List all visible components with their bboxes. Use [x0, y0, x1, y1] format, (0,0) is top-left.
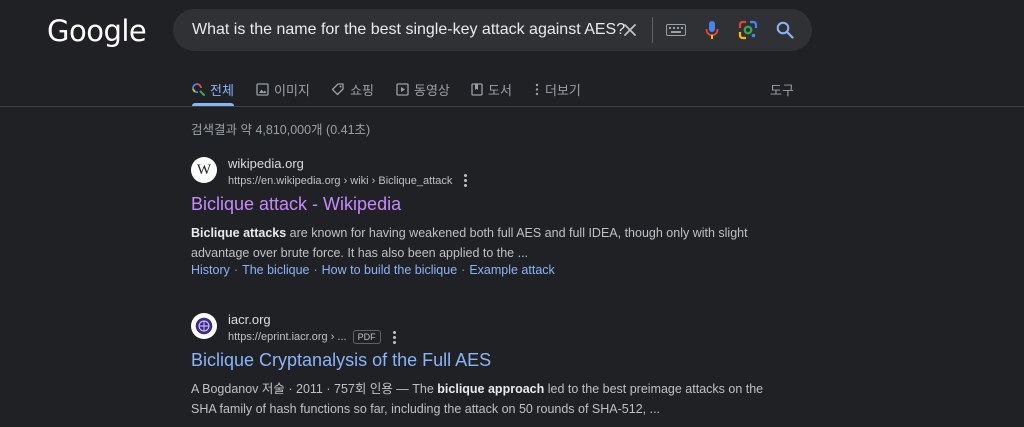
lens-icon[interactable]	[735, 9, 761, 51]
site-url[interactable]: https://en.wikipedia.org › wiki › Bicliq…	[228, 175, 452, 187]
site-name[interactable]: iacr.org	[228, 312, 271, 327]
result-title-link[interactable]: Biclique Cryptanalysis of the Full AES	[191, 350, 491, 371]
book-icon	[471, 82, 483, 96]
search-input[interactable]: What is the name for the best single-key…	[192, 21, 625, 39]
tab-label: 도서	[488, 82, 512, 98]
tools-button[interactable]: 도구	[770, 76, 794, 102]
tab-images[interactable]: 이미지	[256, 76, 310, 102]
image-icon	[256, 82, 269, 96]
clear-icon[interactable]	[616, 9, 644, 51]
tab-label: 전체	[210, 82, 234, 98]
more-options-icon[interactable]	[464, 174, 468, 187]
snippet-highlight: Biclique attacks	[191, 226, 287, 240]
voice-search-icon[interactable]	[700, 9, 724, 51]
tab-all[interactable]: 전체	[192, 76, 234, 102]
google-logo[interactable]: Google	[47, 14, 147, 48]
iacr-favicon-icon[interactable]	[191, 313, 217, 339]
tab-label: 도구	[770, 82, 794, 98]
sitelink[interactable]: History	[191, 263, 230, 277]
tab-more[interactable]: 더보기	[534, 76, 581, 102]
more-options-icon[interactable]	[392, 330, 396, 344]
tab-label: 이미지	[274, 82, 310, 98]
sitelinks: History · The biclique · How to build the bi…	[191, 263, 555, 277]
tab-books[interactable]: 도서	[471, 76, 512, 102]
sitelink[interactable]: How to build the biclique	[322, 263, 458, 277]
more-vert-icon	[534, 83, 540, 96]
site-name[interactable]: wikipedia.org	[228, 156, 304, 171]
tab-label: 동영상	[414, 82, 450, 98]
search-icon[interactable]	[772, 9, 798, 51]
video-icon	[396, 82, 409, 96]
site-url[interactable]: https://eprint.iacr.org › ...	[228, 331, 347, 343]
site-url-row: https://eprint.iacr.org › ... PDF	[228, 330, 396, 344]
site-url-row: https://en.wikipedia.org › wiki › Bicliq…	[228, 174, 468, 187]
wikipedia-favicon-icon[interactable]: W	[191, 157, 217, 183]
search-tabs: 전체 이미지 쇼핑 동영상 도서 더보기 도구	[0, 72, 1024, 107]
sitelink[interactable]: Example attack	[469, 263, 554, 277]
result-title-link[interactable]: Biclique attack - Wikipedia	[191, 194, 401, 215]
tab-videos[interactable]: 동영상	[396, 76, 450, 102]
tag-icon	[331, 82, 345, 96]
result-snippet: Biclique attacks are known for having we…	[191, 223, 771, 263]
keyboard-icon[interactable]	[663, 9, 689, 51]
pdf-badge: PDF	[352, 330, 381, 344]
snippet-highlight: biclique approach	[437, 382, 545, 396]
result-snippet: A Bogdanov 저술 · 2011 · 757회 인용 — The bic…	[191, 379, 771, 419]
search-icon	[192, 82, 205, 96]
search-box[interactable]: What is the name for the best single-key…	[173, 9, 812, 51]
search-divider	[652, 17, 653, 43]
tab-label: 쇼핑	[350, 82, 374, 98]
tab-label: 더보기	[545, 82, 581, 98]
sitelink[interactable]: The biclique	[242, 263, 309, 277]
result-stats: 검색결과 약 4,810,000개 (0.41초)	[191, 123, 371, 137]
snippet-meta: A Bogdanov 저술 · 2011 · 757회 인용 — The	[191, 382, 438, 396]
active-tab-indicator	[192, 103, 234, 106]
tab-shopping[interactable]: 쇼핑	[331, 76, 374, 102]
